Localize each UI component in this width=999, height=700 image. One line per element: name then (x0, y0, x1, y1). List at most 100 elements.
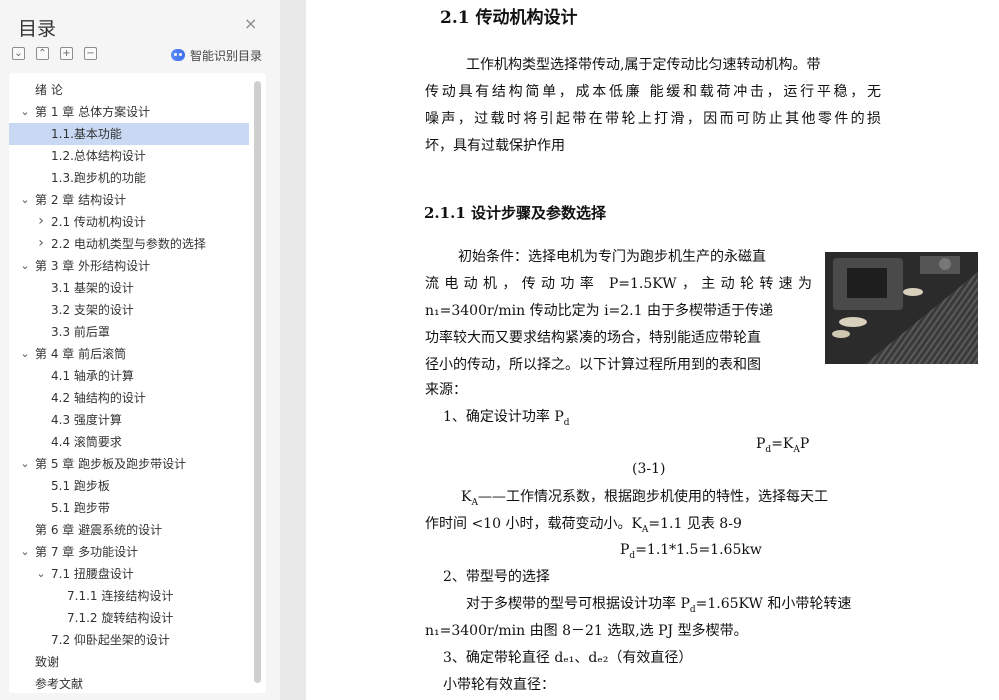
toc-item-label: 第 1 章 总体方案设计 (35, 105, 151, 119)
toc-item[interactable]: 3.2 支架的设计 (9, 299, 249, 321)
formula: Pd=KAP (756, 436, 810, 455)
toc-item[interactable]: 绪 论 (9, 79, 249, 101)
add-heading-button[interactable]: + (60, 47, 73, 60)
toc-item-label: 4.2 轴结构的设计 (51, 391, 146, 405)
toc-item-label: 4.4 滚筒要求 (51, 435, 122, 449)
toc-item[interactable]: ⌄ 第 1 章 总体方案设计 (9, 101, 249, 123)
toc-item-label: 1.3.跑步机的功能 (51, 171, 146, 185)
paragraph-line: 坏，具有过载保护作用 (425, 138, 565, 154)
collapse-all-button[interactable]: ⌃ (36, 47, 49, 60)
toc-item[interactable]: 第 6 章 避震系统的设计 (9, 519, 249, 541)
paragraph-line: 传动具有结构简单，成本低廉 能缓和载荷冲击，运行平稳，无 (425, 84, 881, 100)
paragraph-line: 来源： (425, 382, 467, 398)
chevron-down-icon[interactable]: ⌄ (19, 544, 31, 560)
toc-scrollbar[interactable] (254, 81, 261, 683)
toc-item-label: 第 6 章 避震系统的设计 (35, 523, 163, 537)
toc-item[interactable]: 4.4 滚筒要求 (9, 431, 249, 453)
toc-item[interactable]: 1.3.跑步机的功能 (9, 167, 249, 189)
toc-item-label: 3.1 基架的设计 (51, 281, 134, 295)
toc-item-label: 1.1.基本功能 (51, 127, 122, 141)
toc-item[interactable]: 5.1 跑步板 (9, 475, 249, 497)
paragraph-line: n₁=3400r/min 由图 8－21 选取,选 PJ 型多楔带。 (425, 623, 748, 639)
toc-item-label: 第 3 章 外形结构设计 (35, 259, 151, 273)
toc-sidebar: 目录 × ⌄ ⌃ + − 智能识别目录 绪 论 ⌄ 第 1 章 总体方案设计 1.1.… (0, 0, 280, 700)
toc-item[interactable]: 3.3 前后罩 (9, 321, 249, 343)
toc-item-label: 第 2 章 结构设计 (35, 193, 127, 207)
toc-item-label: 2.2 电动机类型与参数的选择 (51, 237, 206, 251)
toc-item[interactable]: 3.1 基架的设计 (9, 277, 249, 299)
toc-item[interactable]: ⌄ 第 7 章 多功能设计 (9, 541, 249, 563)
toc-item[interactable]: ⌄ 第 5 章 跑步板及跑步带设计 (9, 453, 249, 475)
toc-item-label: 3.3 前后罩 (51, 325, 110, 339)
toc-item[interactable]: 7.1.1 连接结构设计 (9, 585, 249, 607)
paragraph-line: 小带轮有效直径： (443, 677, 555, 693)
chevron-down-icon[interactable]: ⌄ (19, 258, 31, 274)
sidebar-title: 目录 (18, 18, 57, 40)
toc-item-label: 3.2 支架的设计 (51, 303, 134, 317)
toc-item[interactable]: 参考文献 (9, 673, 249, 693)
toc-item-label: 第 4 章 前后滚筒 (35, 347, 127, 361)
toc-item-label: 4.1 轴承的计算 (51, 369, 134, 383)
toc-item[interactable]: 7.1.2 旋转结构设计 (9, 607, 249, 629)
document-page: 2.1 传动机构设计 工作机构类型选择带传动,属于定传动比匀速转动机构。带 传动… (306, 0, 999, 700)
step-heading: 2、带型号的选择 (443, 569, 550, 585)
smart-toc-button[interactable]: 智能识别目录 (171, 47, 262, 63)
toc-item[interactable]: 4.3 强度计算 (9, 409, 249, 431)
toc-item-label: 7.1.2 旋转结构设计 (67, 611, 174, 625)
paragraph-line: 噪声，过载时将引起带在带轮上打滑，因而可防止其他零件的损 (425, 111, 881, 127)
toc-item-label: 第 7 章 多功能设计 (35, 545, 139, 559)
toc-item-label: 7.1 扭腰盘设计 (51, 567, 134, 581)
expand-all-button[interactable]: ⌄ (12, 47, 25, 60)
panel-divider[interactable] (280, 0, 306, 700)
chevron-down-icon[interactable]: ⌄ (19, 104, 31, 120)
chevron-down-icon[interactable]: ⌄ (19, 346, 31, 362)
toc-item-label: 4.3 强度计算 (51, 413, 122, 427)
section-heading: 2.1 传动机构设计 (440, 8, 578, 28)
step-heading: 3、确定带轮直径 dₑ₁、dₑ₂（有效直径） (443, 650, 693, 666)
paragraph-line: 初始条件：选择电机为专门为跑步机生产的永磁直 (458, 249, 766, 265)
toc-item[interactable]: 1.1.基本功能 (9, 123, 249, 145)
toc-item-label: 7.2 仰卧起坐架的设计 (51, 633, 170, 647)
toc-item[interactable]: 1.2.总体结构设计 (9, 145, 249, 167)
subsection-heading: 2.1.1 设计步骤及参数选择 (424, 204, 606, 222)
toc-item[interactable]: › 2.2 电动机类型与参数的选择 (9, 233, 249, 255)
step-heading: 1、确定设计功率 Pd (443, 409, 570, 428)
toc-item[interactable]: 4.2 轴结构的设计 (9, 387, 249, 409)
toc-item[interactable]: 5.1 跑步带 (9, 497, 249, 519)
paragraph-line: 工作机构类型选择带传动,属于定传动比匀速转动机构。带 (466, 57, 821, 73)
paragraph-line: n₁=3400r/min 传动比定为 i=2.1 由于多楔带适于传递 (425, 303, 773, 319)
toc-item[interactable]: 7.2 仰卧起坐架的设计 (9, 629, 249, 651)
toc-item[interactable]: ⌄ 第 2 章 结构设计 (9, 189, 249, 211)
toc-list: 绪 论 ⌄ 第 1 章 总体方案设计 1.1.基本功能 1.2.总体结构设计 1.3.跑步… (9, 79, 249, 693)
toc-item[interactable]: › 2.1 传动机构设计 (9, 211, 249, 233)
toc-item[interactable]: 致谢 (9, 651, 249, 673)
chevron-down-icon[interactable]: ⌄ (35, 566, 47, 582)
smart-toc-label: 智能识别目录 (190, 48, 263, 63)
paragraph-line: 流电动机，传动功率 P=1.5KW，主动轮转速为 (425, 276, 812, 292)
toc-item[interactable]: ⌄ 第 3 章 外形结构设计 (9, 255, 249, 277)
toc-item-label: 第 5 章 跑步板及跑步带设计 (35, 457, 187, 471)
paragraph-line: 径小的传动，所以择之。以下计算过程所用到的表和图 (425, 357, 761, 373)
toc-item-label: 7.1.1 连接结构设计 (67, 589, 174, 603)
toc-panel: 绪 论 ⌄ 第 1 章 总体方案设计 1.1.基本功能 1.2.总体结构设计 1.3.跑步… (9, 73, 266, 693)
treadmill-belt-photo (825, 252, 978, 364)
toc-item-label: 2.1 传动机构设计 (51, 215, 146, 229)
chevron-down-icon[interactable]: ⌄ (19, 192, 31, 208)
toc-item-label: 1.2.总体结构设计 (51, 149, 146, 163)
toc-item-label: 参考文献 (35, 677, 84, 691)
equation-number: (3-1) (632, 461, 666, 477)
remove-heading-button[interactable]: − (84, 47, 97, 60)
toc-item-label: 5.1 跑步带 (51, 501, 110, 515)
chevron-right-icon[interactable]: › (35, 213, 47, 229)
toc-item[interactable]: 4.1 轴承的计算 (9, 365, 249, 387)
close-icon[interactable]: × (244, 16, 257, 32)
paragraph-line: 功率较大而又要求结构紧凑的场合，特别能适应带轮直 (425, 330, 761, 346)
chevron-right-icon[interactable]: › (35, 235, 47, 251)
chevron-down-icon[interactable]: ⌄ (19, 456, 31, 472)
toc-item[interactable]: ⌄ 7.1 扭腰盘设计 (9, 563, 249, 585)
toc-item-label: 绪 论 (35, 83, 63, 97)
toc-item-label: 致谢 (35, 655, 60, 669)
toc-item[interactable]: ⌄ 第 4 章 前后滚筒 (9, 343, 249, 365)
robot-icon (171, 49, 185, 61)
toc-item-label: 5.1 跑步板 (51, 479, 110, 493)
